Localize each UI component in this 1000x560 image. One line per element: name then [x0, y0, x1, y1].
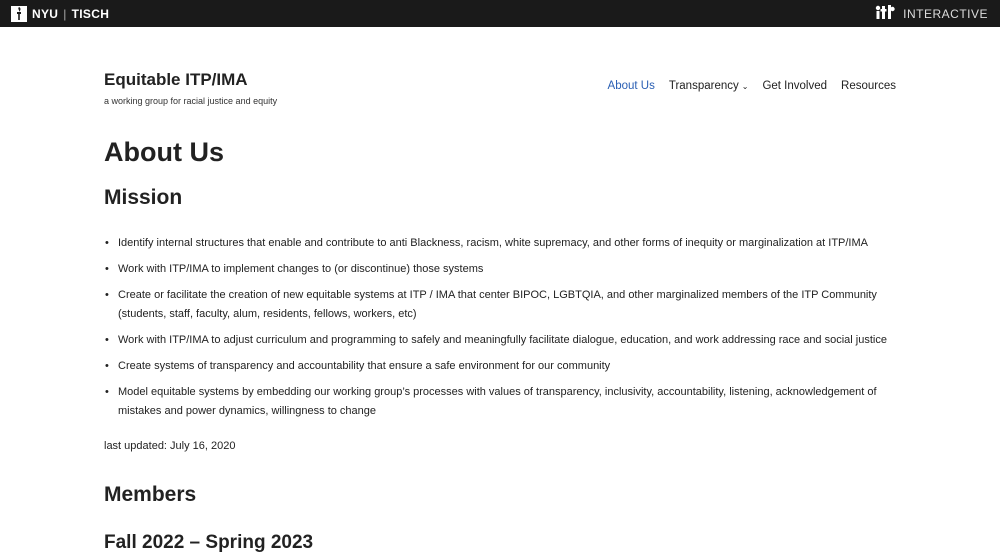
mission-list: Identify internal structures that enable…	[104, 234, 904, 421]
torch-icon	[11, 5, 27, 22]
chevron-down-icon: ⌄	[741, 81, 749, 91]
list-item: Create systems of transparency and accou…	[104, 357, 904, 376]
main-nav: About Us Transparency ⌄ Get Involved Res…	[594, 80, 896, 92]
nav-label: Resources	[841, 80, 896, 92]
site-title[interactable]: Equitable ITP/IMA	[104, 70, 248, 90]
itp-logo-icon	[875, 4, 903, 23]
nav-label: Get Involved	[762, 80, 828, 92]
mission-heading: Mission	[104, 186, 183, 209]
nav-item-about-us[interactable]: About Us	[608, 80, 655, 92]
list-item: Work with ITP/IMA to implement changes t…	[104, 260, 904, 279]
interactive-label: INTERACTIVE	[903, 6, 988, 21]
members-heading: Members	[104, 483, 197, 506]
term-heading: Fall 2022 – Spring 2023	[104, 532, 314, 553]
top-bar: NYU | TISCH INTERACTIVE	[0, 0, 1000, 27]
site-header: Equitable ITP/IMA a working group for ra…	[0, 27, 1000, 107]
tisch-label: TISCH	[71, 6, 110, 21]
nav-label: Transparency	[668, 80, 739, 92]
nav-label: About Us	[607, 80, 655, 92]
nav-item-resources[interactable]: Resources	[841, 80, 896, 92]
list-item: Create or facilitate the creation of new…	[104, 286, 904, 324]
main-content: About Us Mission Identify internal struc…	[104, 133, 904, 556]
list-item: Work with ITP/IMA to adjust curriculum a…	[104, 331, 904, 350]
nyu-label: NYU	[32, 6, 59, 21]
list-item: Model equitable systems by embedding our…	[104, 383, 904, 421]
nav-item-get-involved[interactable]: Get Involved	[762, 80, 827, 92]
nyu-tisch-logo[interactable]: NYU | TISCH	[11, 5, 110, 22]
itp-interactive-logo[interactable]: INTERACTIVE	[875, 4, 988, 23]
nav-item-transparency[interactable]: Transparency ⌄	[669, 80, 749, 92]
last-updated: last updated: July 16, 2020	[104, 440, 236, 452]
page-title: About Us	[104, 137, 224, 167]
logo-separator: |	[63, 6, 67, 21]
site-tagline: a working group for racial justice and e…	[104, 96, 278, 106]
list-item: Identify internal structures that enable…	[104, 234, 904, 253]
